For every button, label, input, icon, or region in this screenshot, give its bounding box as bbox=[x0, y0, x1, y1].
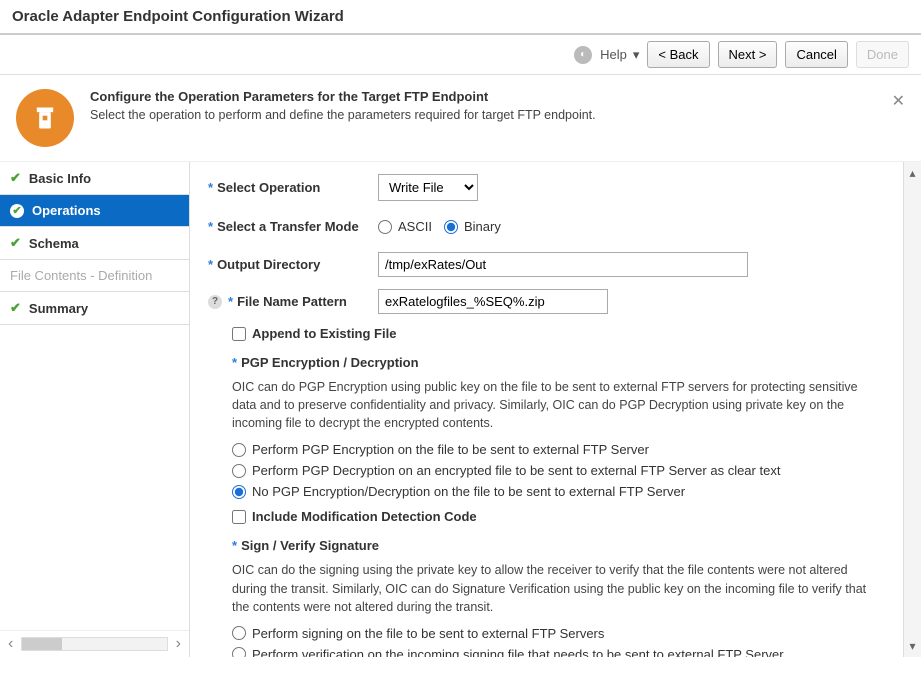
sign-description: OIC can do the signing using the private… bbox=[232, 561, 885, 615]
step-schema[interactable]: ✔ Schema bbox=[0, 227, 189, 260]
step-summary[interactable]: ✔ Summary bbox=[0, 292, 189, 325]
check-icon: ✔ bbox=[10, 300, 21, 316]
output-directory-input[interactable] bbox=[378, 252, 748, 277]
next-button[interactable]: Next > bbox=[718, 41, 778, 68]
top-toolbar: ◐ Help ▾ < Back Next > Cancel Done bbox=[0, 35, 921, 75]
select-operation-label: Select Operation bbox=[217, 180, 320, 195]
page-subtitle: Select the operation to perform and defi… bbox=[90, 108, 596, 122]
wizard-title: Oracle Adapter Endpoint Configuration Wi… bbox=[0, 0, 921, 35]
pgp-decrypt-radio[interactable]: Perform PGP Decryption on an encrypted f… bbox=[232, 463, 885, 478]
wizard-sidebar: ✔ Basic Info ✔ Operations ✔ Schema File … bbox=[0, 162, 190, 657]
file-name-pattern-label: File Name Pattern bbox=[237, 294, 347, 309]
check-icon: ✔ bbox=[10, 170, 21, 186]
select-operation-dropdown[interactable]: Write File bbox=[378, 174, 478, 201]
append-checkbox[interactable] bbox=[232, 327, 246, 341]
form-panel: *Select Operation Write File *Select a T… bbox=[190, 162, 903, 657]
step-label: Basic Info bbox=[29, 171, 91, 186]
help-label: Help bbox=[600, 47, 627, 62]
page-header: Configure the Operation Parameters for t… bbox=[0, 75, 921, 162]
step-label: File Contents - Definition bbox=[10, 268, 152, 283]
pgp-description: OIC can do PGP Encryption using public k… bbox=[232, 378, 885, 432]
step-label: Operations bbox=[32, 203, 101, 218]
check-icon: ✔ bbox=[10, 204, 24, 218]
mdc-checkbox-row[interactable]: Include Modification Detection Code bbox=[232, 509, 885, 524]
pgp-section-header: PGP Encryption / Decryption bbox=[241, 355, 418, 370]
step-label: Summary bbox=[29, 301, 88, 316]
scroll-down-icon[interactable]: ▾ bbox=[909, 639, 915, 653]
transfer-mode-label: Select a Transfer Mode bbox=[217, 219, 359, 234]
file-name-pattern-input[interactable] bbox=[378, 289, 608, 314]
sign-verify-radio[interactable]: Perform verification on the incoming sig… bbox=[232, 647, 885, 657]
hscroll-thumb[interactable] bbox=[22, 638, 62, 650]
output-directory-label: Output Directory bbox=[217, 257, 320, 272]
close-icon[interactable]: ✕ bbox=[892, 91, 905, 111]
chevron-down-icon: ▾ bbox=[633, 47, 640, 63]
pgp-none-radio[interactable]: No PGP Encryption/Decryption on the file… bbox=[232, 484, 885, 499]
sign-section-header: Sign / Verify Signature bbox=[241, 538, 379, 553]
vertical-scrollbar[interactable]: ▴ ▾ bbox=[903, 162, 921, 657]
cancel-button[interactable]: Cancel bbox=[785, 41, 847, 68]
check-icon: ✔ bbox=[10, 235, 21, 251]
adapter-icon bbox=[16, 89, 74, 147]
sidebar-hscroll: ‹ › bbox=[0, 630, 189, 657]
sign-perform-radio[interactable]: Perform signing on the file to be sent t… bbox=[232, 626, 885, 641]
ascii-radio[interactable]: ASCII bbox=[378, 219, 432, 234]
mdc-checkbox[interactable] bbox=[232, 510, 246, 524]
mdc-label: Include Modification Detection Code bbox=[252, 509, 477, 524]
help-icon[interactable]: ? bbox=[208, 295, 222, 309]
append-label: Append to Existing File bbox=[252, 326, 396, 341]
append-checkbox-row[interactable]: Append to Existing File bbox=[232, 326, 885, 341]
step-label: Schema bbox=[29, 236, 79, 251]
page-title: Configure the Operation Parameters for t… bbox=[90, 89, 596, 104]
help-menu[interactable]: Help ▾ bbox=[600, 47, 639, 63]
hscroll-track[interactable] bbox=[21, 637, 167, 651]
step-operations[interactable]: ✔ Operations bbox=[0, 195, 189, 227]
pgp-encrypt-radio[interactable]: Perform PGP Encryption on the file to be… bbox=[232, 442, 885, 457]
user-icon: ◐ bbox=[574, 46, 592, 64]
step-basic-info[interactable]: ✔ Basic Info bbox=[0, 162, 189, 195]
step-file-contents: File Contents - Definition bbox=[0, 260, 189, 292]
done-button: Done bbox=[856, 41, 909, 68]
scroll-up-icon[interactable]: ▴ bbox=[909, 166, 915, 180]
back-button[interactable]: < Back bbox=[647, 41, 709, 68]
scroll-right-icon[interactable]: › bbox=[174, 635, 183, 653]
scroll-left-icon[interactable]: ‹ bbox=[6, 635, 15, 653]
binary-radio[interactable]: Binary bbox=[444, 219, 501, 234]
